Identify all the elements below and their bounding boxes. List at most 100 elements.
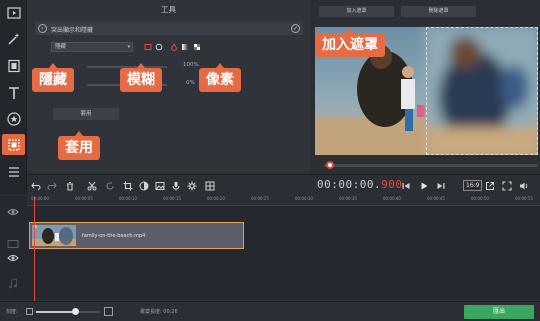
ruler-tick: 00:00:25: [251, 196, 269, 201]
blur-drop-icon[interactable]: [170, 43, 178, 51]
delete-button[interactable]: [63, 179, 77, 193]
mask-selection-box[interactable]: [426, 27, 538, 155]
tools-panel: 工具 ‹ 突出顯示和隱藏 ✓ 隱藏 ▾ 100% 0% 套用 隱藏 模糊 像素 …: [27, 0, 310, 172]
left-sidebar: [0, 0, 27, 194]
tool-title: 突出顯示和隱藏: [51, 27, 94, 34]
zoom-in-icon[interactable]: [104, 307, 113, 316]
play-icon: [421, 182, 428, 190]
zoom-out-icon[interactable]: [26, 308, 33, 315]
volume-button[interactable]: [517, 179, 531, 193]
add-mask-button[interactable]: 加入遮罩: [319, 6, 394, 17]
ruler-tick: 00:00:35: [339, 196, 357, 201]
check-icon[interactable]: ✓: [291, 24, 300, 33]
video-track-icon: [7, 240, 19, 248]
crop-button[interactable]: [121, 179, 135, 193]
grid-icon: [205, 181, 215, 191]
playhead[interactable]: [34, 197, 35, 301]
eye-icon[interactable]: [7, 206, 19, 218]
export-frame-button[interactable]: [483, 179, 497, 193]
export-button[interactable]: 匯出: [464, 305, 534, 319]
redo-button[interactable]: [45, 179, 59, 193]
mask-tool-icon: [7, 138, 20, 151]
pixelate-icon[interactable]: [193, 43, 201, 51]
callout-pixel: 像素: [199, 63, 241, 92]
time-ruler[interactable]: 00:00:00 00:00:05 00:00:10 00:00:15 00:00:20…: [27, 196, 540, 206]
color-adjust-button[interactable]: [137, 179, 151, 193]
undo-icon: [31, 182, 41, 191]
aspect-ratio-button[interactable]: 16:9: [463, 180, 483, 191]
clip-thumbnail: [32, 225, 76, 246]
titles-button[interactable]: [2, 82, 25, 103]
undo-button[interactable]: [29, 179, 43, 193]
rotate-icon: [106, 182, 114, 190]
chevron-down-icon: ▾: [127, 44, 130, 50]
delete-mask-button[interactable]: 刪除遮罩: [401, 6, 476, 17]
project-duration: 專案長度: 00:26: [140, 308, 178, 315]
mode-select[interactable]: 隱藏 ▾: [51, 42, 133, 52]
next-frame-button[interactable]: [434, 179, 448, 193]
import-media-button[interactable]: [2, 2, 25, 23]
back-icon[interactable]: ‹: [38, 24, 47, 33]
redo-icon: [47, 182, 57, 191]
fullscreen-button[interactable]: [500, 179, 514, 193]
list-icon: [8, 166, 19, 177]
film-play-icon: [6, 6, 21, 19]
transitions-button[interactable]: [2, 55, 25, 76]
gear-icon: [187, 181, 197, 191]
duration-value: 00:26: [163, 309, 178, 315]
skip-back-icon: [402, 183, 410, 189]
cut-button[interactable]: [85, 179, 99, 193]
ruler-tick: 00:00:30: [295, 196, 313, 201]
ruler-tick: 00:00:20: [207, 196, 225, 201]
previous-frame-button[interactable]: [399, 179, 413, 193]
preview-panel: 加入遮罩 刪除遮罩 加入遮罩: [312, 0, 540, 172]
callout-blur: 模糊: [120, 63, 162, 92]
clip-filename: family-on-the-beach.mp4: [82, 233, 146, 239]
grid-button[interactable]: [203, 179, 217, 193]
film-strip-icon: [7, 59, 20, 72]
more-tools-button[interactable]: [2, 134, 25, 155]
image-icon: [155, 182, 165, 190]
speaker-icon: [520, 182, 528, 190]
rotate-button[interactable]: [103, 179, 117, 193]
duration-label: 專案長度:: [140, 309, 162, 315]
tool-header: ‹ 突出顯示和隱藏 ✓: [35, 22, 303, 35]
preview-scrubber[interactable]: [324, 164, 538, 167]
list-menu-button[interactable]: [2, 161, 25, 182]
gradient-icon[interactable]: [181, 43, 189, 51]
filters-button[interactable]: [2, 28, 25, 49]
rectangle-shape-icon[interactable]: [144, 43, 152, 51]
zoom-slider-fill: [36, 311, 74, 313]
edit-toolbar: 00:00:00.900 16:9: [27, 174, 540, 196]
magic-wand-icon: [7, 32, 19, 45]
microphone-icon: [172, 181, 180, 191]
ruler-tick: 00:00:40: [383, 196, 401, 201]
record-audio-button[interactable]: [169, 179, 183, 193]
crop-icon: [123, 181, 133, 191]
ruler-tick: 00:00:15: [163, 196, 181, 201]
ruler-tick: 00:00:45: [427, 196, 445, 201]
fullscreen-icon: [502, 181, 512, 191]
external-link-icon: [486, 182, 494, 190]
scrubber-handle[interactable]: [326, 161, 334, 169]
music-track-icon: [9, 278, 17, 289]
ruler-tick: 00:00:50: [471, 196, 489, 201]
clip-properties-button[interactable]: [153, 179, 167, 193]
callout-add-mask: 加入遮罩: [315, 28, 385, 57]
mode-select-value: 隱藏: [55, 44, 67, 50]
bottom-bar: 刻度: 專案長度: 00:26 匯出: [0, 301, 540, 321]
track-visibility-icon[interactable]: [7, 252, 19, 264]
skip-forward-icon: [437, 183, 445, 189]
apply-button[interactable]: 套用: [53, 108, 119, 120]
timecode-display: 00:00:00.900: [317, 178, 402, 191]
ellipse-shape-icon[interactable]: [155, 43, 163, 51]
settings-button[interactable]: [185, 179, 199, 193]
play-button[interactable]: [417, 179, 431, 193]
zoom-slider-handle[interactable]: [72, 308, 79, 315]
ruler-tick: 00:00:10: [119, 196, 137, 201]
video-clip[interactable]: ★ family-on-the-beach.mp4: [29, 222, 244, 249]
ruler-tick: 00:00:55: [515, 196, 533, 201]
text-t-icon: [8, 86, 19, 99]
stickers-button[interactable]: [2, 108, 25, 129]
clip-thumbnail-image: [32, 225, 76, 246]
